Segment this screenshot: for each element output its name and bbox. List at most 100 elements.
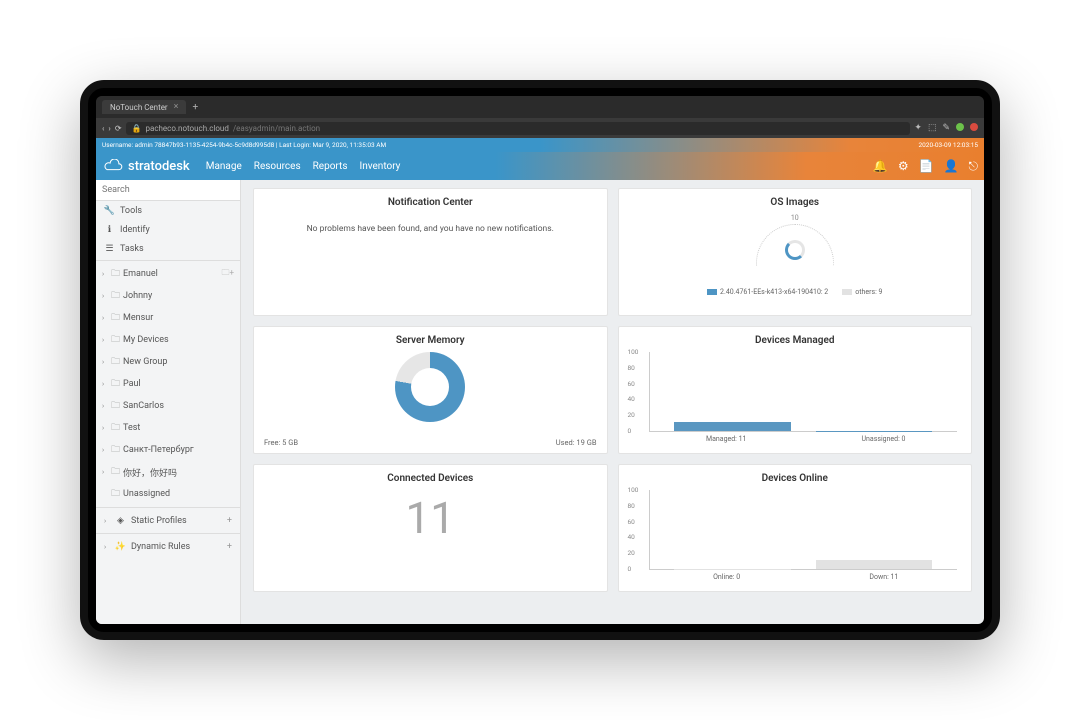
- folder-icon: 🗀: [111, 354, 120, 370]
- card-title: Devices Managed: [627, 335, 964, 346]
- nav-reports[interactable]: Reports: [313, 161, 348, 172]
- status-bar: Username: admin 78847b93-1135-4254-9b4c-…: [96, 138, 984, 152]
- folder-icon: 🗀: [111, 288, 120, 304]
- reload-icon[interactable]: ⟳: [115, 124, 122, 133]
- extension-icon[interactable]: ✎: [942, 123, 950, 133]
- notification-body: No problems have been found, and you hav…: [262, 224, 599, 234]
- tree-label: Emanuel: [123, 269, 158, 279]
- memory-used-label: Used: 19 GB: [556, 438, 597, 447]
- extension-icon[interactable]: [956, 123, 964, 131]
- user-icon[interactable]: 👤: [944, 159, 959, 173]
- sidebar-tasks[interactable]: ☰Tasks: [96, 239, 240, 258]
- tree-item[interactable]: ›🗀你好，你好吗: [96, 461, 240, 483]
- wand-icon: ✨: [115, 541, 126, 552]
- add-icon[interactable]: +: [227, 516, 232, 526]
- x-label: Managed: 11: [706, 435, 746, 443]
- search-input[interactable]: [96, 180, 240, 200]
- x-label: Down: 11: [869, 573, 898, 581]
- nav-forward-icon[interactable]: ›: [108, 124, 110, 133]
- extension-icon[interactable]: [970, 123, 978, 131]
- chevron-right-icon[interactable]: ›: [102, 402, 108, 410]
- url-field[interactable]: 🔒 pacheco.notouch.cloud/easyadmin/main.a…: [126, 122, 911, 135]
- chevron-right-icon[interactable]: ›: [102, 358, 108, 366]
- chevron-right-icon[interactable]: ›: [102, 292, 108, 300]
- tree-label: Unassigned: [123, 489, 170, 499]
- chevron-right-icon[interactable]: ›: [102, 468, 108, 476]
- card-title: OS Images: [627, 197, 964, 208]
- chevron-right-icon[interactable]: ›: [102, 314, 108, 322]
- sidebar-static-profiles[interactable]: ›◈Static Profiles+: [96, 510, 240, 531]
- card-notification-center: Notification Center No problems have bee…: [253, 188, 608, 316]
- document-icon[interactable]: 📄: [919, 159, 934, 173]
- extension-icon[interactable]: ⬚: [928, 123, 937, 133]
- sidebar-item-label: Tools: [120, 206, 142, 216]
- cloud-logo-icon: [102, 159, 124, 173]
- tree-item[interactable]: ›🗀Emanuel🗀+: [96, 263, 240, 285]
- card-server-memory: Server Memory Free: 5 GB Used: 19 GB: [253, 326, 608, 454]
- sidebar-item-label: Tasks: [120, 244, 144, 254]
- status-right: 2020-03-09 12:03:15: [919, 141, 979, 149]
- extension-icon[interactable]: ✦: [914, 123, 922, 133]
- add-folder-icon[interactable]: 🗀+: [221, 267, 234, 281]
- logout-icon[interactable]: ⎋: [969, 159, 979, 174]
- folder-icon: 🗀: [111, 420, 120, 436]
- tree-label: My Devices: [123, 335, 169, 345]
- tree-label: New Group: [123, 357, 167, 367]
- folder-icon: 🗀: [111, 332, 120, 348]
- chevron-right-icon[interactable]: ›: [102, 380, 108, 388]
- tree-item[interactable]: ›🗀Johnny: [96, 285, 240, 307]
- devices-online-chart: 100806040200: [649, 490, 958, 570]
- tree-label: Johnny: [123, 291, 152, 301]
- nav-resources[interactable]: Resources: [254, 161, 301, 172]
- memory-free-label: Free: 5 GB: [264, 438, 298, 447]
- chevron-right-icon[interactable]: ›: [102, 424, 108, 432]
- card-title: Server Memory: [262, 335, 599, 346]
- gauge-top-tick: 10: [791, 214, 799, 222]
- url-host: pacheco.notouch.cloud: [145, 124, 228, 133]
- tree-item[interactable]: 🗀Unassigned: [96, 483, 240, 505]
- card-os-images: OS Images 10 2.40.4761-EEs-k413-x64-1904…: [618, 188, 973, 316]
- tree-item[interactable]: ›🗀SanCarlos: [96, 395, 240, 417]
- tree-label: Test: [123, 423, 140, 433]
- nav-manage[interactable]: Manage: [206, 161, 242, 172]
- folder-icon: 🗀: [111, 464, 120, 480]
- card-title: Notification Center: [262, 197, 599, 208]
- add-icon[interactable]: +: [227, 542, 232, 552]
- browser-urlbar: ‹ › ⟳ 🔒 pacheco.notouch.cloud/easyadmin/…: [96, 118, 984, 138]
- chevron-right-icon[interactable]: ›: [102, 336, 108, 344]
- sidebar-identify[interactable]: ℹIdentify: [96, 220, 240, 239]
- card-devices-managed: Devices Managed 100806040200 Managed: 11…: [618, 326, 973, 454]
- card-connected-devices: Connected Devices 11: [253, 464, 608, 592]
- sidebar: 🔧Tools ℹIdentify ☰Tasks ›🗀Emanuel🗀+›🗀Joh…: [96, 180, 241, 624]
- dashboard-content: Notification Center No problems have bee…: [241, 180, 984, 624]
- gear-icon[interactable]: ⚙: [898, 159, 909, 173]
- tree-item[interactable]: ›🗀New Group: [96, 351, 240, 373]
- chevron-right-icon[interactable]: ›: [102, 446, 108, 454]
- browser-tab[interactable]: NoTouch Center ×: [102, 100, 186, 114]
- tree-label: Paul: [123, 379, 141, 389]
- new-tab-button[interactable]: +: [192, 102, 198, 113]
- tree-label: Санкт-Петербург: [123, 445, 194, 455]
- nav-back-icon[interactable]: ‹: [102, 124, 104, 133]
- sidebar-tools[interactable]: 🔧Tools: [96, 201, 240, 220]
- lock-icon: 🔒: [132, 124, 142, 133]
- sidebar-item-label: Static Profiles: [131, 516, 187, 526]
- x-label: Unassigned: 0: [862, 435, 906, 443]
- tree-label: Mensur: [123, 313, 153, 323]
- sidebar-item-label: Dynamic Rules: [131, 542, 190, 552]
- chevron-right-icon[interactable]: ›: [102, 270, 108, 278]
- nav-inventory[interactable]: Inventory: [359, 161, 400, 172]
- close-tab-icon[interactable]: ×: [174, 102, 179, 112]
- status-left: Username: admin 78847b93-1135-4254-9b4c-…: [102, 141, 386, 149]
- tree-label: SanCarlos: [123, 401, 164, 411]
- bell-icon[interactable]: 🔔: [873, 159, 888, 173]
- tree-item[interactable]: ›🗀Mensur: [96, 307, 240, 329]
- tree-item[interactable]: ›🗀Санкт-Петербург: [96, 439, 240, 461]
- card-devices-online: Devices Online 100806040200 Online: 0Dow…: [618, 464, 973, 592]
- tree-item[interactable]: ›🗀Test: [96, 417, 240, 439]
- brand[interactable]: stratodesk: [102, 159, 190, 174]
- legend-item: 2.40.4761-EEs-k413-x64-190410: 2: [707, 288, 828, 296]
- tree-item[interactable]: ›🗀Paul: [96, 373, 240, 395]
- sidebar-dynamic-rules[interactable]: ›✨Dynamic Rules+: [96, 536, 240, 557]
- tree-item[interactable]: ›🗀My Devices: [96, 329, 240, 351]
